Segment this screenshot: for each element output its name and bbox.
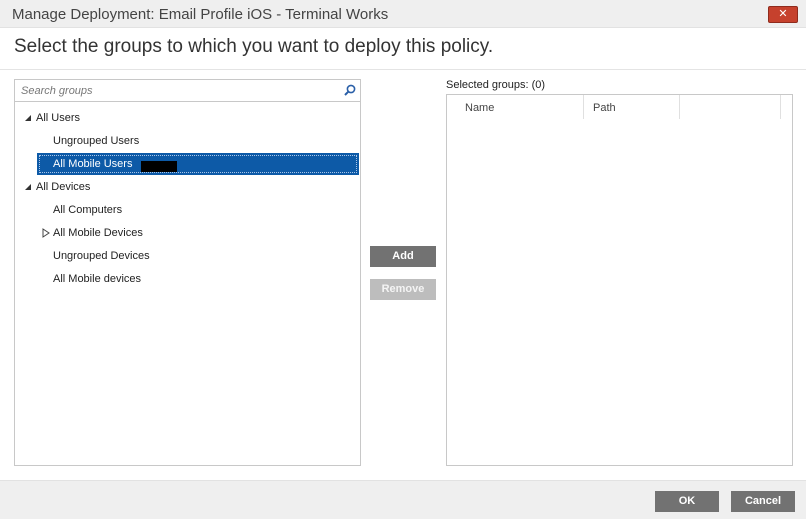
search-input[interactable] [15,80,335,101]
tree-item-label: All Users [36,112,81,124]
search-icon[interactable] [343,83,357,97]
tree-item-all-devices[interactable]: All Devices [19,177,359,197]
close-button[interactable]: ✕ [768,6,798,23]
selected-groups-grid: Name Path [446,94,793,466]
tree-item-label: All Mobile Devices [53,227,143,239]
window-title: Manage Deployment: Email Profile iOS - T… [12,6,389,23]
selected-groups-label: Selected groups: (0) [446,79,546,91]
tree-item-all-computers[interactable]: All Computers [37,200,357,220]
redacted-text [141,161,177,172]
close-icon: ✕ [778,8,788,20]
column-separator[interactable] [780,95,781,119]
tree-item-all-mobile-users[interactable]: All Mobile Users [37,153,359,175]
cancel-button[interactable]: Cancel [731,491,795,512]
dialog-footer: OK Cancel [0,480,806,519]
column-separator[interactable] [583,95,584,119]
groups-tree-panel: All Users Ungrouped Users All Mobile Use… [14,79,361,466]
column-header-path[interactable]: Path [593,95,679,119]
title-bar: Manage Deployment: Email Profile iOS - T… [0,0,806,28]
expanded-arrow-icon[interactable] [23,182,33,192]
search-box [15,80,360,102]
tree-item-label: Ungrouped Devices [53,250,150,262]
add-button[interactable]: Add [370,246,436,267]
tree-item-label: All Mobile Users [53,158,133,170]
page-heading: Select the groups to which you want to d… [14,36,494,57]
tree-item-label: All Mobile devices [53,273,142,285]
expanded-arrow-icon[interactable] [23,113,33,123]
column-header-name[interactable]: Name [465,95,583,119]
remove-button[interactable]: Remove [370,279,436,300]
tree-item-label: All Devices [36,181,91,193]
tree-item-label: Ungrouped Users [53,135,140,147]
tree-item-all-users[interactable]: All Users [19,108,359,128]
tree-item-label: All Computers [53,204,123,216]
tree-item-ungrouped-users[interactable]: Ungrouped Users [37,131,357,151]
tree-item-all-mobile-devices-lower[interactable]: All Mobile devices [37,269,357,289]
column-separator[interactable] [679,95,680,119]
heading-divider [0,69,806,70]
tree-item-all-mobile-devices[interactable]: All Mobile Devices [37,223,357,243]
collapsed-arrow-icon[interactable] [41,228,51,238]
ok-button[interactable]: OK [655,491,719,512]
tree-item-ungrouped-devices[interactable]: Ungrouped Devices [37,246,357,266]
